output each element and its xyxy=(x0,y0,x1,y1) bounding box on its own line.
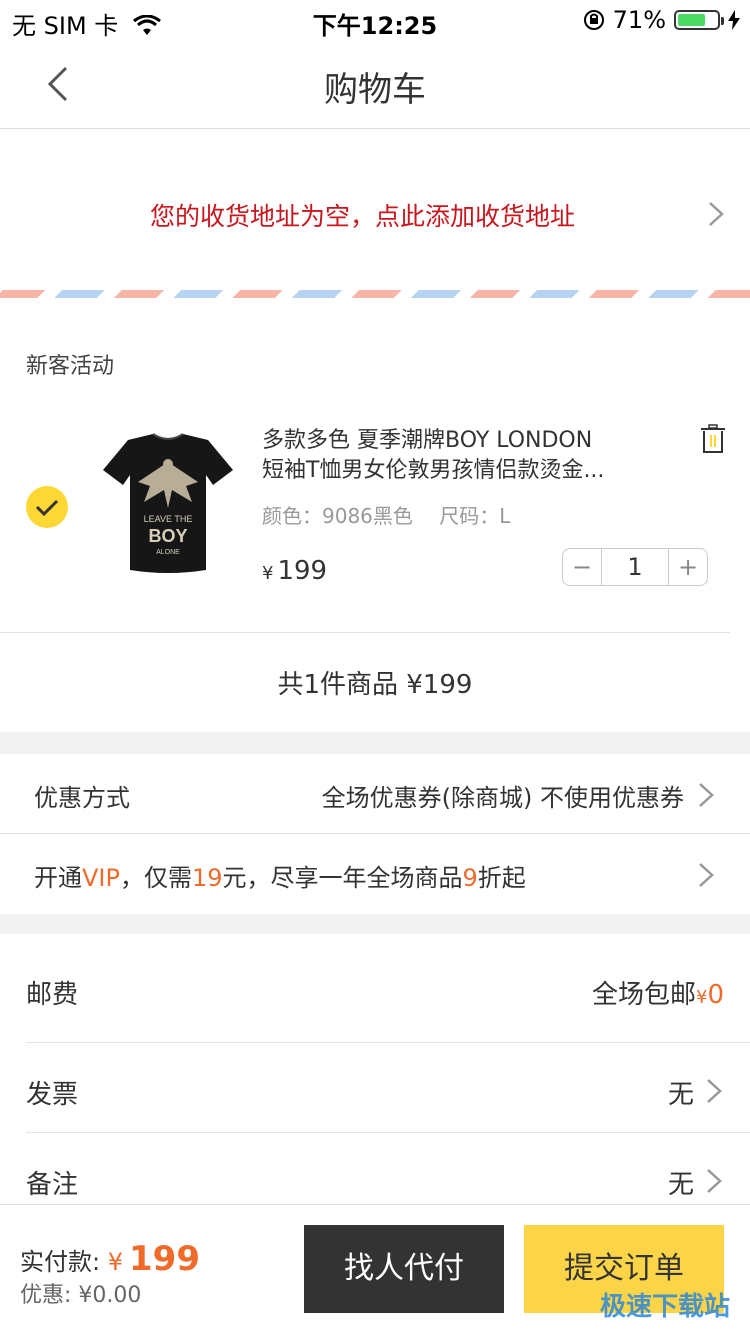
vip-text-part: 折起 xyxy=(477,864,526,892)
vip-price: 19 xyxy=(191,864,223,892)
checkbox-checked-icon[interactable] xyxy=(26,486,68,528)
shipping-amount: 0 xyxy=(707,980,724,1010)
decrement-button[interactable]: − xyxy=(563,549,601,585)
vip-promo-row[interactable]: 开通VIP，仅需19元，尽享一年全场商品9折起 xyxy=(0,834,750,914)
divider xyxy=(0,632,730,633)
shipping-label: 邮费 xyxy=(26,980,79,1010)
address-section[interactable]: 您的收货地址为空，点此添加收货地址 xyxy=(0,129,750,318)
size-value: L xyxy=(499,504,511,528)
battery-icon xyxy=(674,10,724,30)
watermark: 极速下载站 xyxy=(599,1292,730,1322)
page-title: 购物车 xyxy=(324,70,426,110)
check-icon xyxy=(35,499,59,517)
chevron-right-icon xyxy=(707,1169,722,1193)
battery-fill xyxy=(678,14,705,26)
pay-amount: ¥199 xyxy=(108,1239,200,1279)
add-address-prompt[interactable]: 您的收货地址为空，点此添加收货地址 xyxy=(150,197,575,233)
airmail-border xyxy=(0,290,750,298)
chevron-right-icon xyxy=(707,1079,722,1103)
product-spec: 颜色：9086黑色 尺码：L xyxy=(262,500,510,529)
vip-text-part: 元，尽享一年全场商品 xyxy=(222,864,463,892)
product-title-line2: 短袖T恤男女伦敦男孩情侣款烫金... xyxy=(262,458,605,483)
proxy-pay-button[interactable]: 找人代付 xyxy=(304,1225,504,1313)
product-title-line1: 多款多色 夏季潮牌BOY LONDON xyxy=(262,428,593,453)
discount-text: 优惠: ¥0.00 xyxy=(20,1283,142,1308)
chevron-right-icon xyxy=(699,863,714,887)
rotation-lock-icon xyxy=(583,10,604,30)
cart-summary: 共1件商品 ¥199 xyxy=(277,670,473,700)
total-payment: 实付款: ¥199 xyxy=(20,1239,200,1279)
status-bar: 无 SIM 卡 下午12:25 71% xyxy=(0,0,750,40)
coupon-value: 全场优惠券(除商城) 不使用优惠券 xyxy=(321,784,684,812)
product-image[interactable]: LEAVE THE BOY ALONE xyxy=(98,430,238,580)
shirt-print-line3: ALONE xyxy=(156,549,180,556)
order-options: 邮费 全场包邮¥0 发票 无 备注 无 xyxy=(0,934,750,1224)
remark-label: 备注 xyxy=(26,1170,79,1200)
pay-value: 199 xyxy=(129,1239,200,1279)
quantity-value[interactable]: 1 xyxy=(601,549,669,585)
shirt-print-line2: BOY xyxy=(148,526,187,546)
navigation-bar: 购物车 xyxy=(0,40,750,129)
vip-discount: 9 xyxy=(462,864,478,892)
color-label: 颜色： xyxy=(262,504,322,528)
invoice-label: 发票 xyxy=(26,1080,79,1110)
price-value: 199 xyxy=(277,556,328,586)
vip-text-part: ，仅需 xyxy=(119,864,192,892)
coupon-row[interactable]: 优惠方式 全场优惠券(除商城) 不使用优惠券 xyxy=(0,754,750,834)
section-label: 新客活动 xyxy=(26,354,115,379)
divider xyxy=(26,1132,750,1133)
chevron-right-icon xyxy=(699,783,714,807)
shipping-value: 全场包邮¥0 xyxy=(592,974,724,1011)
product-card: 新客活动 LEAVE THE BOY ALONE 多款多色 夏季潮牌BOY LO… xyxy=(0,318,750,732)
pay-symbol: ¥ xyxy=(107,1248,124,1276)
size-label: 尺码： xyxy=(439,504,500,528)
battery-status: 71% xyxy=(583,6,740,34)
charging-icon xyxy=(728,10,740,30)
shipping-text: 全场包邮 xyxy=(591,980,696,1010)
quantity-stepper: − 1 + xyxy=(562,548,708,586)
color-value: 9086黑色 xyxy=(322,504,413,528)
invoice-value[interactable]: 无 xyxy=(668,1074,694,1111)
shirt-print-line1: LEAVE THE xyxy=(144,514,193,524)
increment-button[interactable]: + xyxy=(669,549,707,585)
chevron-right-icon xyxy=(709,202,724,226)
remark-value[interactable]: 无 xyxy=(668,1164,694,1201)
vip-text-part: 开通 xyxy=(34,864,82,892)
pay-label: 实付款: xyxy=(20,1248,101,1276)
divider xyxy=(26,1042,750,1043)
product-title[interactable]: 多款多色 夏季潮牌BOY LONDON 短袖T恤男女伦敦男孩情侣款烫金... xyxy=(262,426,662,486)
vip-highlight: VIP xyxy=(82,864,120,892)
price-symbol: ¥ xyxy=(262,563,274,584)
vip-promo-text: 开通VIP，仅需19元，尽享一年全场商品9折起 xyxy=(34,858,526,893)
product-price: ¥199 xyxy=(262,556,327,586)
trash-icon[interactable] xyxy=(700,424,726,454)
shipping-symbol: ¥ xyxy=(696,987,708,1008)
battery-percent: 71% xyxy=(612,6,666,34)
coupon-label: 优惠方式 xyxy=(34,784,130,812)
